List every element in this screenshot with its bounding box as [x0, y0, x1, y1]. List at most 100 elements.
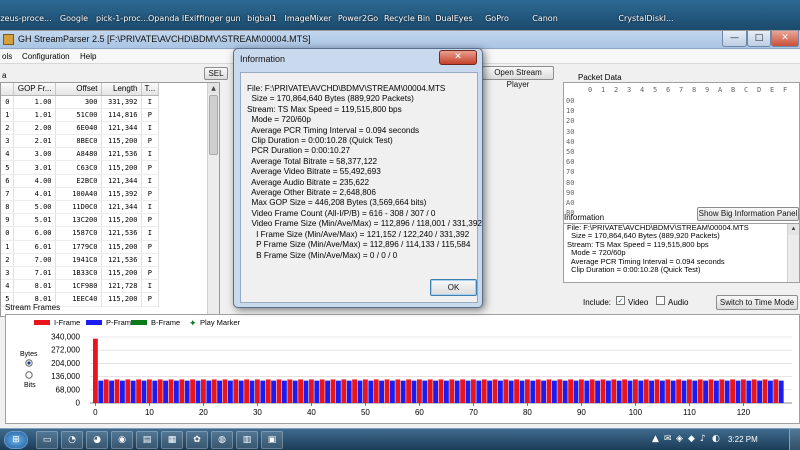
tray-icon[interactable]: ◆	[688, 434, 695, 444]
taskbar-app-button[interactable]: ▦	[161, 431, 183, 449]
chart-bar	[665, 379, 671, 403]
table-row[interactable]: 0 1.00 300 331,392 I	[1, 95, 160, 109]
table-row[interactable]: 3 2.01 8BEC0 115,200 P	[1, 134, 160, 149]
table-cell: 1	[1, 240, 14, 254]
table-cell: 4	[1, 147, 14, 162]
table-row[interactable]: 1 6.01 1779C0 115,200 P	[1, 240, 160, 254]
table-row[interactable]: 2 7.00 1941C0 121,536 I	[1, 253, 160, 267]
col-length-header[interactable]: Length	[101, 83, 142, 96]
desktop-icon[interactable]: Power2Go	[336, 0, 380, 30]
scroll-up-icon[interactable]: ▲	[208, 83, 219, 94]
table-cell: 7	[1, 187, 14, 202]
title-bar[interactable]: GH StreamParser 2.5 [F:\PRIVATE\AVCHD\BD…	[0, 31, 800, 49]
table-row[interactable]: 7 4.01 100A40 115,392 P	[1, 187, 160, 202]
scroll-thumb[interactable]	[209, 95, 218, 155]
video-checkbox[interactable]: ✓	[616, 296, 625, 305]
desktop-icon[interactable]: Recycle Bin	[384, 0, 430, 30]
taskbar-app-button[interactable]: ◉	[111, 431, 133, 449]
table-row[interactable]: 9 5.01 13C200 115,200 P	[1, 213, 160, 228]
desktop-icon[interactable]: Opanda IExif	[148, 0, 199, 30]
col-gop-header[interactable]: GOP Fr...	[13, 83, 56, 96]
chart-bars	[92, 338, 784, 403]
taskbar-app-button[interactable]: ◍	[211, 431, 233, 449]
tray-icon[interactable]: ✉	[664, 434, 672, 444]
table-cell: P	[141, 240, 160, 254]
table-cell: 1779C0	[55, 240, 102, 254]
table-row[interactable]: 1 1.01 51C00 114,816 P	[1, 108, 160, 122]
taskbar-clock[interactable]: 3:22 PM	[728, 435, 758, 444]
desktop-icon[interactable]: finger gun	[198, 0, 242, 30]
chart-bar	[767, 380, 773, 403]
table-row[interactable]: 4 8.01 1CF980 121,728 I	[1, 279, 160, 294]
tray-icon[interactable]: ◈	[676, 434, 683, 444]
switch-to-time-mode-button[interactable]: Switch to Time Mode	[716, 295, 798, 310]
tray-icon[interactable]: ♪	[700, 434, 706, 444]
col-type-header[interactable]: T...	[141, 83, 160, 96]
desktop-icon[interactable]: zeus-proce...	[0, 0, 52, 30]
scroll-up-icon[interactable]: ▲	[788, 224, 799, 235]
taskbar-app-button[interactable]: ▥	[236, 431, 258, 449]
chart-bar	[211, 379, 217, 403]
chart-bar	[238, 380, 244, 403]
col-offset-header[interactable]: Offset	[55, 83, 102, 96]
frame-table[interactable]: GOP Fr... Offset Length T... 0 1.00 300 331…	[0, 82, 220, 317]
table-row[interactable]: 0 6.00 1587C0 121,536 I	[1, 226, 160, 241]
menu-help[interactable]: Help	[80, 52, 96, 61]
table-row[interactable]: 4 3.00 A8480 121,536 I	[1, 147, 160, 162]
table-row[interactable]: 5 3.01 C63C0 115,200 P	[1, 160, 160, 175]
tray-icon[interactable]: ◐	[712, 434, 720, 444]
sel-button[interactable]: SEL	[204, 67, 228, 80]
desktop-icon[interactable]: pick-1-proc...	[96, 0, 148, 30]
table-scrollbar[interactable]: ▲	[207, 83, 219, 316]
information-dialog: Information ✕ File: F:\PRIVATE\AVCHD\BDM…	[233, 48, 483, 308]
show-desktop-button[interactable]	[789, 429, 800, 450]
desktop-icon[interactable]: DualEyes	[434, 0, 474, 30]
hex-row-offset: 70	[566, 168, 575, 177]
taskbar-app-button[interactable]: ▤	[136, 431, 158, 449]
frame-size-chart[interactable]: I-Frame P-Frame B-Frame ✦ Play Marker By…	[6, 315, 799, 423]
table-row[interactable]: 6 4.00 E2BC0 121,344 I	[1, 174, 160, 188]
chart-bar	[573, 380, 579, 403]
ok-button[interactable]: OK	[430, 279, 477, 296]
dialog-info-text: File: F:\PRIVATE\AVCHD\BDMV\STREAM\00004…	[247, 84, 482, 261]
desktop-icon[interactable]: CrystalDiskI...	[616, 0, 676, 30]
chart-bar	[395, 379, 401, 403]
open-stream-player-button[interactable]: Open Stream Player	[482, 66, 554, 89]
y-tick-label: 68,000	[56, 385, 81, 394]
chart-bar	[184, 380, 190, 403]
desktop-icon[interactable]: Canon	[530, 0, 560, 30]
start-button[interactable]: ⊞	[4, 431, 28, 449]
chart-bar	[535, 379, 541, 403]
info-scrollbar[interactable]: ▲	[787, 224, 799, 282]
menu-configuration[interactable]: Configuration	[22, 52, 70, 61]
x-tick-label: 120	[737, 408, 751, 417]
minimize-button[interactable]: —	[722, 31, 747, 47]
table-row[interactable]: 8 5.00 11D0C0 121,344 I	[1, 200, 160, 215]
y-tick-label: 340,000	[51, 333, 80, 342]
desktop-icon[interactable]: ImageMixer	[284, 0, 332, 30]
hex-column-header: 4	[640, 86, 645, 94]
table-row[interactable]: 2 2.00 6E040 121,344 I	[1, 121, 160, 136]
maximize-button[interactable]: □	[747, 31, 771, 47]
col-index-header[interactable]	[1, 83, 14, 96]
chart-bar	[92, 338, 98, 403]
table-cell: 0	[1, 226, 14, 241]
chart-bar	[400, 380, 406, 403]
show-big-information-panel-button[interactable]: Show Big Information Panel	[697, 207, 799, 221]
desktop-icon[interactable]: GoPro	[482, 0, 512, 30]
menu-tools[interactable]: ols	[2, 52, 12, 61]
taskbar-app-button[interactable]: ▣	[261, 431, 283, 449]
audio-checkbox[interactable]	[656, 296, 665, 305]
information-panel[interactable]: File: F:\PRIVATE\AVCHD\BDMV\STREAM\00004…	[563, 223, 800, 283]
dialog-close-button[interactable]: ✕	[439, 50, 477, 65]
tray-icon[interactable]: ▲	[652, 434, 659, 444]
bits-radio[interactable]	[25, 371, 33, 379]
taskbar-app-button[interactable]: ▭	[36, 431, 58, 449]
table-row[interactable]: 3 7.01 1B33C0 115,200 P	[1, 266, 160, 281]
taskbar-app-button[interactable]: ◕	[86, 431, 108, 449]
desktop-icon[interactable]: bigbal1	[244, 0, 280, 30]
taskbar-app-button[interactable]: ✿	[186, 431, 208, 449]
taskbar-app-button[interactable]: ◔	[61, 431, 83, 449]
desktop-icon[interactable]: Google	[54, 0, 94, 30]
close-button[interactable]: ✕	[771, 31, 799, 47]
